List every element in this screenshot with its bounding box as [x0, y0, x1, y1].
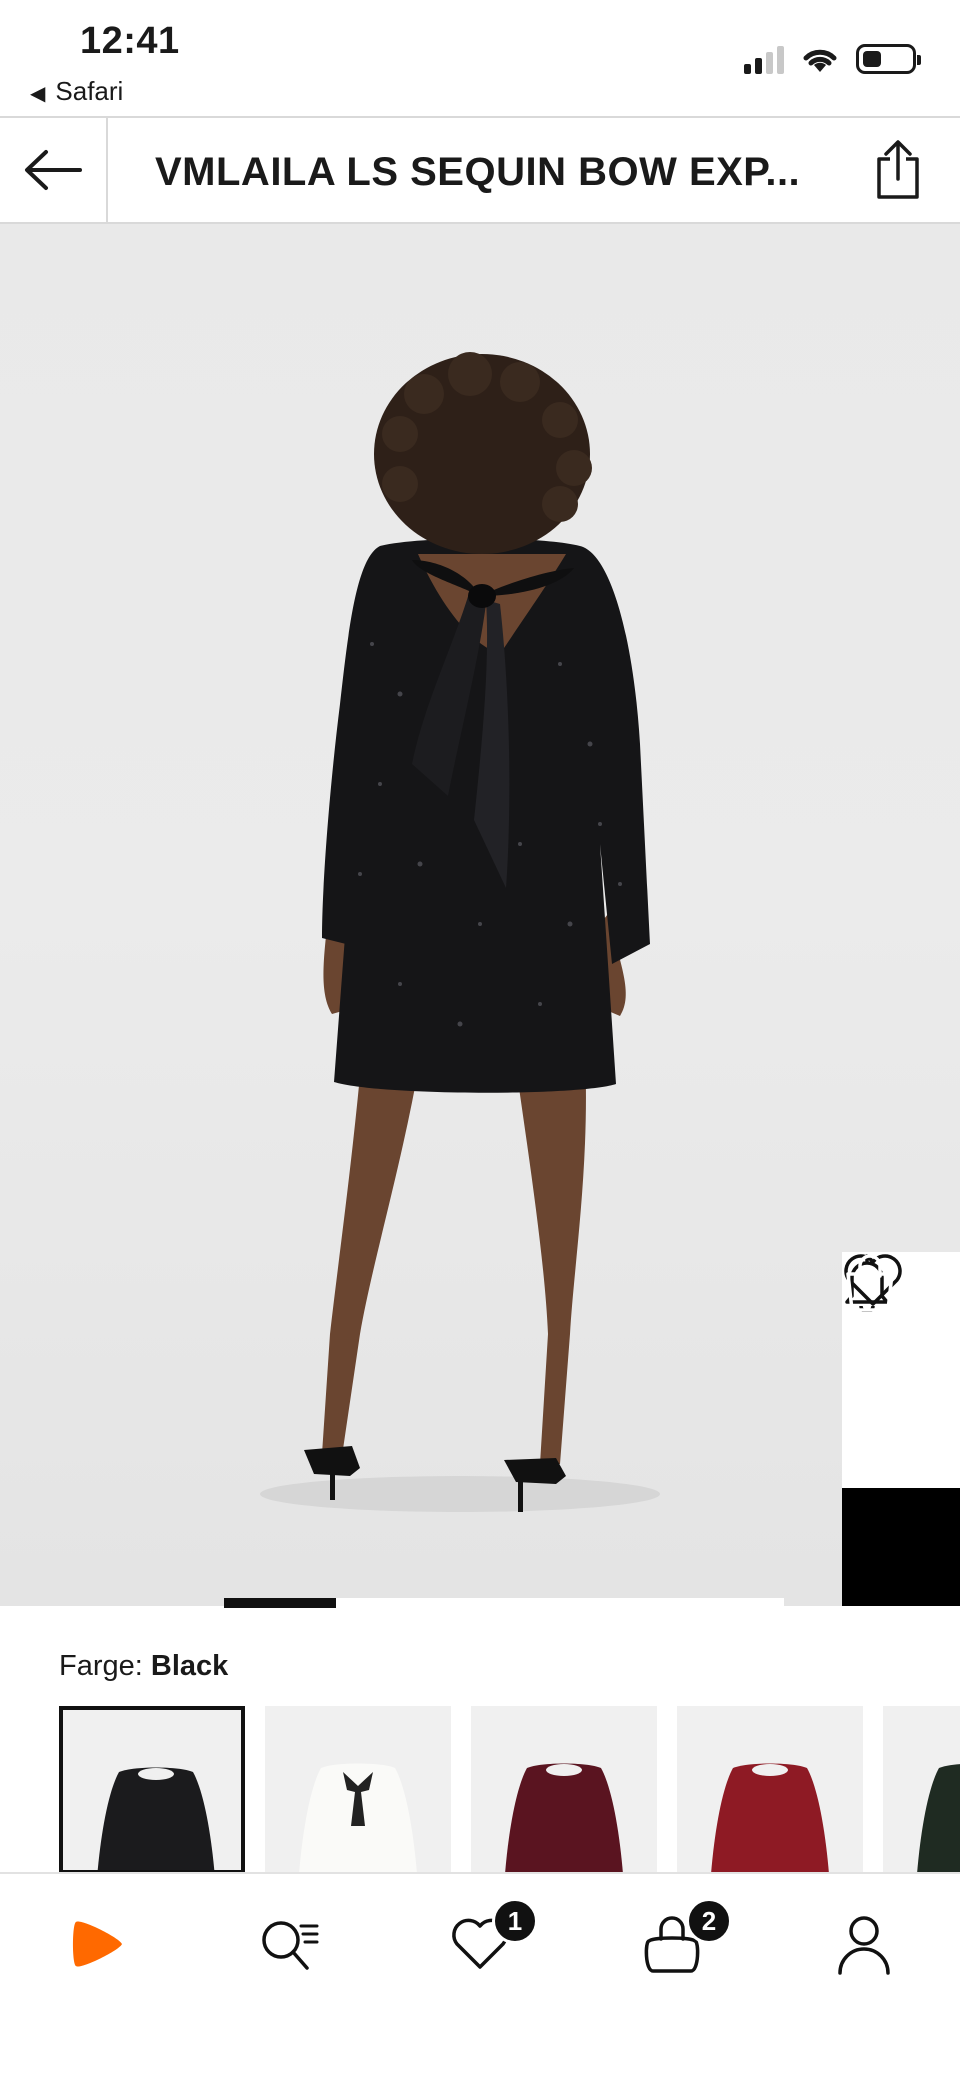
search-icon — [262, 1921, 319, 1970]
color-swatch-red[interactable] — [677, 1706, 863, 1874]
bottom-navigation: 1 2 — [0, 1872, 960, 2078]
back-button[interactable] — [0, 118, 108, 222]
nav-search[interactable] — [240, 1904, 340, 1984]
color-swatch-burgundy[interactable] — [471, 1706, 657, 1874]
color-swatch-white[interactable] — [265, 1706, 451, 1874]
arrow-left-icon — [25, 150, 82, 190]
model-illustration — [260, 352, 660, 1512]
gallery-progress — [224, 1598, 784, 1608]
page-title: VMLAILA LS SEQUIN BOW EXP... — [155, 150, 801, 194]
color-swatch-dark-green[interactable] — [883, 1706, 960, 1874]
floating-actions — [842, 1252, 960, 1606]
color-swatches — [59, 1706, 960, 1874]
nav-home[interactable] — [48, 1904, 148, 1984]
battery-icon — [856, 44, 921, 74]
color-label: Farge: Black — [59, 1650, 228, 1683]
nav-bag[interactable]: 2 — [622, 1898, 732, 1984]
back-app-label: Safari — [55, 76, 124, 106]
product-image[interactable] — [0, 224, 960, 1606]
gallery-progress-current — [224, 1598, 336, 1608]
back-triangle-icon: ◀ — [30, 83, 46, 105]
share-button[interactable] — [870, 138, 926, 202]
status-bar: 12:41 ◀ Safari — [0, 0, 960, 116]
zalando-logo-icon — [73, 1921, 122, 1967]
wishlist-count-badge: 1 — [492, 1898, 538, 1944]
wifi-icon — [803, 49, 837, 72]
nav-profile[interactable] — [814, 1904, 914, 1984]
product-header: VMLAILA LS SEQUIN BOW EXP... — [0, 116, 960, 224]
shopping-bag-icon — [846, 1254, 894, 1312]
color-label-prefix: Farge: — [59, 1650, 143, 1682]
cellular-signal-icon — [744, 44, 784, 74]
user-icon — [838, 1916, 890, 1975]
wishlist-button[interactable] — [842, 1254, 960, 1488]
bag-count-badge: 2 — [686, 1898, 732, 1944]
nav-wishlist[interactable]: 1 — [430, 1898, 538, 1984]
status-icons — [744, 44, 921, 74]
color-swatch-black[interactable] — [59, 1706, 245, 1874]
add-to-bag-button[interactable] — [842, 1254, 960, 1606]
back-to-app-link[interactable]: ◀ Safari — [30, 76, 123, 107]
status-time: 12:41 — [80, 20, 180, 62]
share-icon — [877, 140, 919, 199]
selected-color-name: Black — [150, 1650, 229, 1682]
